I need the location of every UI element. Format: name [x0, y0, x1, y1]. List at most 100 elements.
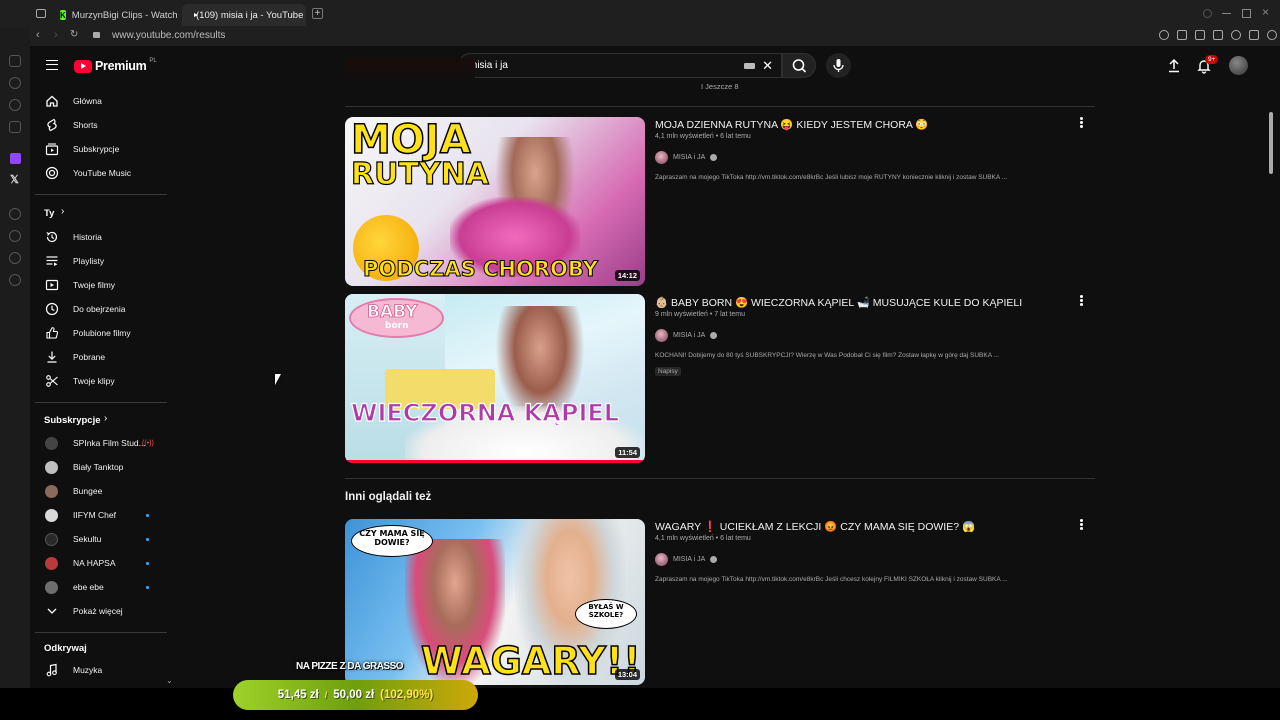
settings-icon[interactable]: [9, 274, 21, 286]
upload-icon[interactable]: [1166, 58, 1182, 74]
history-icon[interactable]: [9, 230, 21, 242]
video-title[interactable]: WAGARY ❗ UCIEKŁAM Z LEKCJI 😡 CZY MAMA SI…: [655, 520, 975, 533]
sidebar-item-playlists[interactable]: Playlisty: [30, 250, 167, 272]
sidebar-item-label: YouTube Music: [73, 168, 131, 178]
sidebar-section-you[interactable]: Ty ›: [30, 204, 90, 222]
hamburger-menu-icon[interactable]: [46, 60, 58, 70]
sidebar-section-subscriptions[interactable]: Subskrypcje ›: [30, 412, 140, 430]
more-actions-icon[interactable]: [1080, 295, 1084, 307]
download-icon: [47, 351, 57, 363]
heart-icon[interactable]: [1249, 30, 1259, 40]
channel-link[interactable]: MISIA i JA: [655, 553, 718, 566]
sidebar-sub-item[interactable]: IIFYM Chef: [30, 504, 167, 526]
thumbnail-text: WAGARY!!!: [420, 638, 645, 684]
section-title: Subskrypcje: [44, 415, 101, 426]
thumbnail-text: PODCZAS CHOROBY: [363, 257, 599, 282]
sidebar-item-watch-later[interactable]: Do obejrzenia: [30, 298, 167, 320]
snapshot-icon[interactable]: [1195, 30, 1205, 40]
sidebar-app-icon[interactable]: [9, 252, 21, 264]
video-title[interactable]: 👶🏼 BABY BORN 😍 WIECZORNA KĄPIEL 🛁 MUSUJĄ…: [655, 296, 1022, 309]
donation-goal-bar: 51,45 zł / 50,00 zł (102,90%): [233, 680, 478, 710]
sidebar-item-home[interactable]: Główna: [30, 90, 167, 112]
more-actions-icon[interactable]: [1080, 117, 1084, 129]
sidebar-app-icon[interactable]: [9, 121, 21, 133]
sidebar-item-label: Twoje klipy: [73, 376, 115, 386]
sidebar-item-music[interactable]: Muzyka: [30, 659, 167, 681]
channel-link[interactable]: MISIA i JA: [655, 329, 718, 342]
tab-menu-icon[interactable]: [36, 9, 46, 18]
menu-icon[interactable]: [1267, 30, 1277, 40]
tab-youtube[interactable]: (109) misia i ja - YouTube: [182, 4, 306, 26]
new-tab-button[interactable]: +: [312, 8, 323, 19]
channel-link[interactable]: MISIA i JA: [655, 151, 718, 164]
sidebar-sub-item[interactable]: NA HAPSA: [30, 552, 167, 574]
sidebar-app-icon[interactable]: [9, 77, 21, 89]
chevron-right-icon: ›: [61, 206, 65, 217]
sidebar-divider: [35, 402, 167, 403]
reload-icon[interactable]: ↻: [70, 29, 78, 40]
tab-kick[interactable]: K MurzynBigi Clips - Watch: [52, 4, 180, 26]
microphone-icon: [833, 59, 844, 72]
kick-favicon-icon: K: [60, 10, 66, 20]
thumbnail-text: BYŁAŚ W SZKOLE?: [588, 603, 624, 619]
search-tabs-icon[interactable]: [1203, 9, 1212, 18]
video-title[interactable]: MOJA DZIENNA RUTYNA 😝 KIEDY JESTEM CHORA…: [655, 118, 928, 131]
sidebar-sub-item[interactable]: SPInka Film Stud... ((•)): [30, 432, 167, 454]
account-avatar[interactable]: [1229, 56, 1248, 75]
show-more-button[interactable]: Pokaż więcej: [30, 600, 167, 622]
sidebar-sub-item[interactable]: Sekultu: [30, 528, 167, 550]
sidebar-item-shorts[interactable]: Shorts: [30, 114, 167, 136]
keyboard-icon[interactable]: [744, 63, 755, 69]
search-filter-remnant: [345, 58, 475, 83]
sidebar-item-youtube-music[interactable]: YouTube Music: [30, 162, 167, 184]
sidebar-item-liked[interactable]: Polubione filmy: [30, 322, 167, 344]
sidebar-item-downloads[interactable]: Pobrane: [30, 346, 167, 368]
send-icon[interactable]: [1231, 30, 1241, 40]
sidebar-item-subscriptions[interactable]: Subskrypcje: [30, 138, 167, 160]
thumbnail-text: BABY: [367, 302, 418, 323]
video-thumbnail[interactable]: MOJA RUTYNA PODCZAS CHOROBY 14:12: [345, 117, 645, 286]
search-input[interactable]: misia i ja ✕: [458, 53, 782, 78]
sidebar-sub-item[interactable]: ebe ebe: [30, 576, 167, 598]
sidebar-item-history[interactable]: Historia: [30, 226, 167, 248]
x-icon[interactable]: 𝕏: [10, 173, 19, 186]
sidebar-item-label: Sekultu: [73, 534, 102, 544]
back-icon[interactable]: ‹: [36, 29, 40, 41]
search-icon: [792, 59, 807, 73]
bookmark-icon[interactable]: [1177, 30, 1187, 40]
youtube-play-icon: [74, 59, 92, 73]
sidebar-item-label: SPInka Film Stud...: [73, 438, 146, 448]
video-thumbnail[interactable]: BABY born WIECZORNA KĄPIEL 11:54: [345, 294, 645, 463]
sidebar-item-your-clips[interactable]: Twoje klipy: [30, 370, 167, 392]
logo-country: PL: [149, 58, 157, 64]
verified-icon: [710, 154, 718, 161]
sidebar-app-icon[interactable]: [9, 99, 21, 111]
url-field[interactable]: www.youtube.com/results: [112, 30, 225, 41]
sidebar-app-icon[interactable]: [9, 55, 21, 67]
sidebar-scroll-down-icon[interactable]: ⌄: [166, 676, 173, 685]
sidebar-sub-item[interactable]: Bungee: [30, 480, 167, 502]
watch-progress-bar: [345, 460, 645, 463]
sidebar-scroll-up-icon[interactable]: ⌃: [166, 86, 173, 89]
sidebar-sub-item[interactable]: Biały Tanktop: [30, 456, 167, 478]
twitch-icon[interactable]: [10, 153, 21, 164]
shield-icon[interactable]: [1213, 30, 1223, 40]
zoom-icon[interactable]: [1159, 30, 1169, 40]
search-button[interactable]: [782, 53, 816, 78]
more-results-text[interactable]: I Jeszcze 8: [701, 82, 739, 91]
verified-icon: [710, 556, 718, 563]
maximize-button[interactable]: [1242, 9, 1251, 18]
page-scrollbar[interactable]: [1269, 112, 1273, 174]
channel-avatar: [45, 556, 58, 570]
clear-search-icon[interactable]: ✕: [762, 59, 773, 72]
forward-icon[interactable]: ›: [54, 29, 58, 41]
sidebar-app-icon[interactable]: [9, 208, 21, 220]
more-actions-icon[interactable]: [1080, 519, 1084, 531]
minimize-button[interactable]: [1222, 13, 1231, 14]
like-icon: [46, 327, 59, 339]
sidebar-item-your-videos[interactable]: Twoje filmy: [30, 274, 167, 296]
youtube-logo[interactable]: Premium PL: [74, 58, 157, 73]
voice-search-button[interactable]: [826, 53, 851, 78]
close-window-button[interactable]: ×: [1262, 5, 1269, 19]
playlist-icon: [46, 256, 58, 266]
